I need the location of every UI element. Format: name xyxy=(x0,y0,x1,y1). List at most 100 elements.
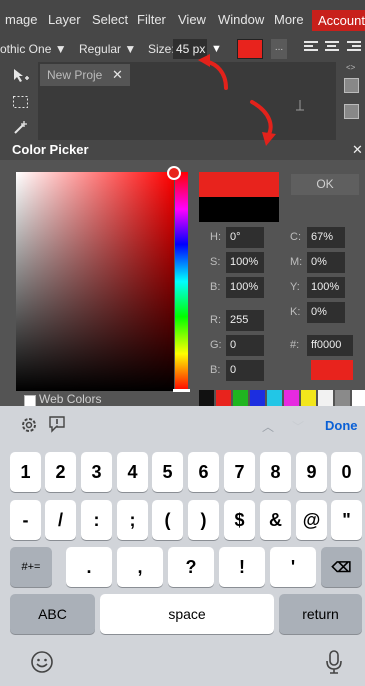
hue-slider-handle[interactable] xyxy=(173,389,190,392)
menu-account[interactable]: Account xyxy=(312,10,365,31)
key-5[interactable]: 5 xyxy=(152,452,183,492)
key-colon[interactable]: : xyxy=(81,500,112,540)
key-open-paren[interactable]: ( xyxy=(152,500,183,540)
color-picker-handle[interactable] xyxy=(167,166,181,180)
backspace-key[interactable]: ⌫ xyxy=(321,547,362,587)
font-family-dropdown[interactable]: othic One ▼ xyxy=(0,36,67,62)
palette-swatch[interactable] xyxy=(199,390,214,406)
key-4[interactable]: 4 xyxy=(117,452,148,492)
space-key[interactable]: space xyxy=(100,594,274,634)
panel-toggle-icon[interactable]: <> xyxy=(346,63,355,72)
green-label: G: xyxy=(210,339,222,351)
magenta-field[interactable]: 0% xyxy=(307,252,345,273)
palette-swatch[interactable] xyxy=(301,390,316,406)
settings-gear-icon[interactable] xyxy=(20,416,38,434)
cyan-field[interactable]: 67% xyxy=(307,227,345,248)
size-label: Size: xyxy=(148,42,175,56)
marquee-tool-icon[interactable] xyxy=(12,94,30,113)
done-button[interactable]: Done xyxy=(325,418,358,433)
black-label: K: xyxy=(290,306,301,318)
key-apostrophe[interactable]: ' xyxy=(270,547,316,587)
key-period[interactable]: . xyxy=(66,547,112,587)
key-3[interactable]: 3 xyxy=(81,452,112,492)
return-key[interactable]: return xyxy=(279,594,362,634)
hue-slider[interactable] xyxy=(175,172,188,391)
palette-swatch[interactable] xyxy=(233,390,248,406)
microphone-icon[interactable] xyxy=(325,649,343,680)
move-tool-icon[interactable] xyxy=(12,68,30,87)
green-field[interactable]: 0 xyxy=(226,335,264,356)
layers-icon[interactable] xyxy=(344,104,359,119)
right-panel xyxy=(336,62,365,140)
key-9[interactable]: 9 xyxy=(296,452,327,492)
palette-swatch[interactable] xyxy=(284,390,299,406)
key-1[interactable]: 1 xyxy=(10,452,41,492)
menu-image[interactable]: mage xyxy=(5,0,38,36)
hex-field[interactable]: ff0000 xyxy=(307,335,353,356)
palette-swatch[interactable] xyxy=(352,390,365,406)
blue-field[interactable]: 0 xyxy=(226,360,264,381)
abc-key[interactable]: ABC xyxy=(10,594,95,634)
align-center-icon[interactable] xyxy=(325,41,339,55)
key-8[interactable]: 8 xyxy=(260,452,291,492)
magic-wand-icon[interactable] xyxy=(12,120,30,139)
web-colors-label: Web Colors xyxy=(39,392,102,406)
saturation-brightness-picker[interactable] xyxy=(16,172,174,391)
menu-layer[interactable]: Layer xyxy=(48,0,81,36)
align-left-icon[interactable] xyxy=(304,41,318,55)
red-label: R: xyxy=(210,314,221,326)
key-exclamation[interactable]: ! xyxy=(219,547,265,587)
key-question[interactable]: ? xyxy=(168,547,214,587)
key-hyphen[interactable]: - xyxy=(10,500,41,540)
annotation-arrows xyxy=(198,54,276,146)
yellow-field[interactable]: 100% xyxy=(307,277,345,298)
font-style-dropdown[interactable]: Regular ▼ xyxy=(79,36,136,62)
close-tab-icon[interactable]: ✕ xyxy=(112,64,123,86)
key-ampersand[interactable]: & xyxy=(260,500,291,540)
palette-swatch[interactable] xyxy=(250,390,265,406)
chevron-up-icon[interactable]: ︿ xyxy=(262,418,274,435)
key-6[interactable]: 6 xyxy=(188,452,219,492)
emoji-icon[interactable] xyxy=(30,650,54,679)
key-at[interactable]: @ xyxy=(296,500,327,540)
menu-view[interactable]: View xyxy=(178,0,206,36)
ok-button[interactable]: OK xyxy=(291,174,359,195)
key-close-paren[interactable]: ) xyxy=(188,500,219,540)
feedback-icon[interactable] xyxy=(48,415,66,433)
brightness-label: B: xyxy=(210,281,221,293)
align-right-icon[interactable] xyxy=(347,41,361,55)
menu-window[interactable]: Window xyxy=(218,0,264,36)
new-color-preview xyxy=(199,172,279,197)
key-comma[interactable]: , xyxy=(117,547,163,587)
menu-filter[interactable]: Filter xyxy=(137,0,166,36)
palette-swatch[interactable] xyxy=(267,390,282,406)
hue-label: H: xyxy=(210,231,221,243)
hex-label: #: xyxy=(290,339,300,351)
black-field[interactable]: 0% xyxy=(307,302,345,323)
previous-color-preview[interactable] xyxy=(199,197,279,222)
key-semicolon[interactable]: ; xyxy=(117,500,148,540)
key-7[interactable]: 7 xyxy=(224,452,255,492)
cyan-label: C: xyxy=(290,231,301,243)
key-quote[interactable]: " xyxy=(331,500,362,540)
red-field[interactable]: 255 xyxy=(226,310,264,331)
dialog-close-icon[interactable]: ✕ xyxy=(352,140,363,160)
key-0[interactable]: 0 xyxy=(331,452,362,492)
symbols-toggle-key[interactable]: #+= xyxy=(10,547,52,587)
hue-field[interactable]: 0° xyxy=(226,227,264,248)
saturation-field[interactable]: 100% xyxy=(226,252,264,273)
text-toolbar: othic One ▼ Regular ▼ Size: 45 px ▼ ... xyxy=(0,36,365,62)
key-dollar[interactable]: $ xyxy=(224,500,255,540)
menu-select[interactable]: Select xyxy=(92,0,128,36)
chevron-down-icon[interactable]: ﹀ xyxy=(292,418,304,435)
palette-swatch[interactable] xyxy=(216,390,231,406)
palette-swatch[interactable] xyxy=(318,390,333,406)
palette-swatch[interactable] xyxy=(335,390,350,406)
brightness-field[interactable]: 100% xyxy=(226,277,264,298)
tools-panel xyxy=(0,62,38,140)
key-2[interactable]: 2 xyxy=(45,452,76,492)
history-icon[interactable] xyxy=(344,78,359,93)
menu-more[interactable]: More xyxy=(274,0,304,36)
key-slash[interactable]: / xyxy=(45,500,76,540)
magenta-label: M: xyxy=(290,256,303,268)
